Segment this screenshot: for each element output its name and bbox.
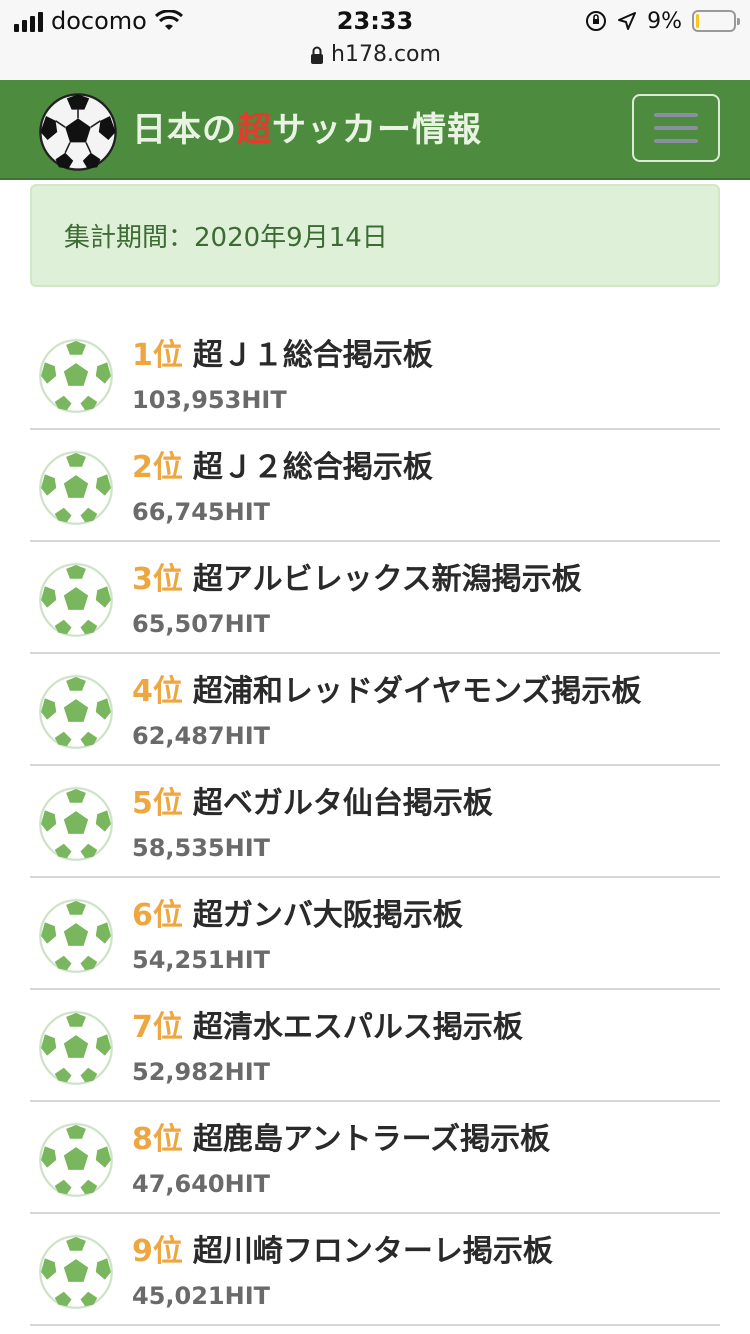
hit-count: 103,953HIT — [132, 386, 287, 414]
ranking-title[interactable]: 7位 超清水エスパルス掲示板 — [132, 1008, 523, 1048]
hit-count: 45,021HIT — [132, 1282, 270, 1310]
ranking-item[interactable]: 2位 超Ｊ２総合掲示板 66,745HIT — [30, 430, 720, 542]
soccer-ball-icon — [39, 1235, 113, 1309]
ranking-title[interactable]: 6位 超ガンバ大阪掲示板 — [132, 896, 463, 936]
rank-number: 6位 — [132, 898, 183, 933]
hit-count: 62,487HIT — [132, 722, 270, 750]
lock-icon — [311, 46, 324, 64]
rank-number: 2位 — [132, 450, 183, 485]
board-name: 超Ｊ１総合掲示板 — [192, 338, 433, 373]
address-bar[interactable]: h178.com — [0, 40, 750, 70]
ranking-title[interactable]: 4位 超浦和レッドダイヤモンズ掲示板 — [132, 672, 641, 712]
hit-count: 52,982HIT — [132, 1058, 270, 1086]
site-title[interactable]: 日本の超サッカー情報 — [132, 102, 482, 158]
hamburger-line — [654, 126, 698, 130]
ranking-title[interactable]: 3位 超アルビレックス新潟掲示板 — [132, 560, 582, 600]
ranking-item[interactable]: 4位 超浦和レッドダイヤモンズ掲示板 62,487HIT — [30, 654, 720, 766]
board-name: 超ガンバ大阪掲示板 — [192, 898, 463, 933]
hamburger-line — [654, 113, 698, 117]
hit-count: 58,535HIT — [132, 834, 270, 862]
rank-number: 3位 — [132, 562, 183, 597]
status-right: 9% — [585, 6, 740, 36]
hit-count: 47,640HIT — [132, 1170, 270, 1198]
period-info-box: 集計期間：2020年9月14日 — [30, 184, 720, 287]
rank-number: 4位 — [132, 674, 183, 709]
soccer-ball-icon — [39, 899, 113, 973]
hamburger-line — [654, 139, 698, 143]
ranking-title[interactable]: 9位 超川崎フロンターレ掲示板 — [132, 1232, 553, 1272]
url-text: h178.com — [331, 42, 441, 67]
ranking-title[interactable]: 8位 超鹿島アントラーズ掲示板 — [132, 1120, 550, 1160]
board-name: 超アルビレックス新潟掲示板 — [192, 562, 582, 597]
ranking-item[interactable]: 3位 超アルビレックス新潟掲示板 65,507HIT — [30, 542, 720, 654]
hit-count: 66,745HIT — [132, 498, 270, 526]
soccer-ball-icon — [39, 675, 113, 749]
location-icon — [618, 12, 637, 30]
soccer-ball-icon — [39, 563, 113, 637]
battery-icon — [692, 10, 740, 32]
ranking-item[interactable]: 9位 超川崎フロンターレ掲示板 45,021HIT — [30, 1214, 720, 1326]
status-bar: docomo 23:33 9% h178.com — [0, 0, 750, 80]
site-title-suffix: サッカー情報 — [272, 110, 482, 150]
board-name: 超浦和レッドダイヤモンズ掲示板 — [192, 674, 642, 709]
ranking-item[interactable]: 7位 超清水エスパルス掲示板 52,982HIT — [30, 990, 720, 1102]
soccer-ball-icon — [39, 787, 113, 861]
site-header: 日本の超サッカー情報 — [0, 80, 750, 180]
ranking-title[interactable]: 1位 超Ｊ１総合掲示板 — [132, 336, 433, 376]
ranking-list: 1位 超Ｊ１総合掲示板 103,953HIT 2位 超Ｊ２総合掲示板 66,745H… — [30, 318, 720, 1326]
site-title-accent: 超 — [237, 110, 272, 150]
period-label: 集計期間：2020年9月14日 — [64, 223, 388, 253]
hamburger-menu-button[interactable] — [632, 94, 720, 162]
rank-number: 1位 — [132, 338, 183, 373]
soccer-ball-icon — [39, 339, 113, 413]
site-title-prefix: 日本の — [132, 110, 237, 150]
soccer-ball-icon — [39, 1123, 113, 1197]
ranking-item[interactable]: 8位 超鹿島アントラーズ掲示板 47,640HIT — [30, 1102, 720, 1214]
soccer-ball-icon — [39, 451, 113, 525]
ranking-title[interactable]: 5位 超ベガルタ仙台掲示板 — [132, 784, 493, 824]
ranking-item[interactable]: 6位 超ガンバ大阪掲示板 54,251HIT — [30, 878, 720, 990]
rank-number: 9位 — [132, 1234, 183, 1269]
board-name: 超ベガルタ仙台掲示板 — [192, 786, 493, 821]
orientation-lock-icon — [586, 11, 607, 31]
rank-number: 7位 — [132, 1010, 183, 1045]
board-name: 超Ｊ２総合掲示板 — [192, 450, 433, 485]
soccer-ball-icon — [39, 1011, 113, 1085]
ranking-item[interactable]: 1位 超Ｊ１総合掲示板 103,953HIT — [30, 318, 720, 430]
board-name: 超川崎フロンターレ掲示板 — [192, 1234, 553, 1269]
rank-number: 8位 — [132, 1122, 183, 1157]
board-name: 超鹿島アントラーズ掲示板 — [192, 1122, 551, 1157]
soccer-ball-logo-icon[interactable] — [38, 92, 118, 172]
ranking-title[interactable]: 2位 超Ｊ２総合掲示板 — [132, 448, 433, 488]
hit-count: 65,507HIT — [132, 610, 270, 638]
ranking-item[interactable]: 5位 超ベガルタ仙台掲示板 58,535HIT — [30, 766, 720, 878]
board-name: 超清水エスパルス掲示板 — [192, 1010, 523, 1045]
rank-number: 5位 — [132, 786, 183, 821]
hit-count: 54,251HIT — [132, 946, 270, 974]
battery-percent: 9% — [647, 8, 682, 34]
